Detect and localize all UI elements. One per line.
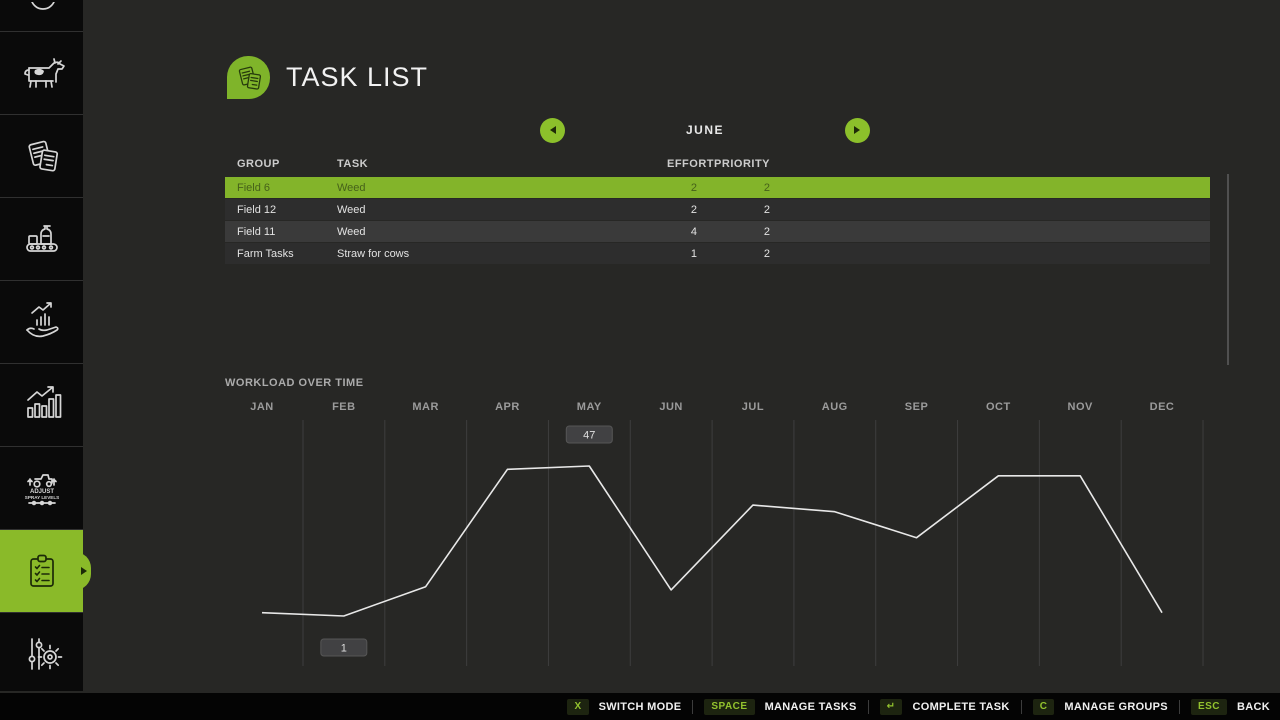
table-row[interactable]: Farm Tasks Straw for cows 1 2 <box>225 243 1210 264</box>
table-row[interactable]: Field 6 Weed 2 2 <box>225 177 1210 198</box>
cow-icon <box>18 49 66 97</box>
sidebar-item-sales[interactable] <box>0 280 83 363</box>
page-header: TASK LIST <box>227 56 428 99</box>
hotkey-divider <box>692 700 693 714</box>
sidebar-item-animals[interactable] <box>0 31 83 114</box>
cell-priority: 2 <box>697 226 770 238</box>
sidebar-item-statistics[interactable] <box>0 363 83 446</box>
arrow-left-icon <box>550 126 556 134</box>
sidebar-item-spray-levels[interactable]: ADJUST SPRAY LEVELS <box>0 446 83 529</box>
sliders-gear-icon <box>18 630 66 678</box>
month-tick-label: JUN <box>659 401 683 413</box>
value-badge-label: 47 <box>583 429 595 441</box>
previous-month-button[interactable] <box>540 118 565 143</box>
production-icon <box>18 215 66 263</box>
month-tick-label: MAR <box>412 401 439 413</box>
column-header-group: GROUP <box>237 158 337 170</box>
key-cap: ESC <box>1191 699 1227 715</box>
cell-task: Straw for cows <box>337 248 667 260</box>
cell-priority: 2 <box>697 182 770 194</box>
hotkey-back[interactable]: ESC BACK <box>1191 699 1270 715</box>
cell-effort: 1 <box>667 248 697 260</box>
hotkey-label: MANAGE GROUPS <box>1064 701 1168 713</box>
hotkey-divider <box>868 700 869 714</box>
hotkey-manage-tasks[interactable]: SPACE MANAGE TASKS <box>704 699 856 715</box>
month-tick-label: SEP <box>905 401 929 413</box>
month-tick-label: JAN <box>250 401 274 413</box>
month-tick-label: MAY <box>577 401 602 413</box>
cell-priority: 2 <box>697 204 770 216</box>
hotkey-label: SWITCH MODE <box>599 701 682 713</box>
hotkey-complete-task[interactable]: ↵ COMPLETE TASK <box>880 699 1010 715</box>
hand-chart-icon <box>18 298 66 346</box>
hotkey-label: COMPLETE TASK <box>912 701 1009 713</box>
cell-effort: 2 <box>667 182 697 194</box>
hotkey-label: BACK <box>1237 701 1270 713</box>
bar-chart-icon <box>18 381 66 429</box>
hotkey-manage-groups[interactable]: C MANAGE GROUPS <box>1033 699 1168 715</box>
table-header-row: GROUPTASKEFFORTPRIORITY <box>225 152 1210 176</box>
sidebar-item-task-list[interactable] <box>0 529 83 612</box>
current-month-label: JUNE <box>686 123 724 137</box>
key-cap: SPACE <box>704 699 754 715</box>
month-tick-label: OCT <box>986 401 1011 413</box>
value-badge-label: 1 <box>341 643 347 655</box>
selected-item-pointer-icon <box>81 567 87 575</box>
cell-group: Field 12 <box>237 204 337 216</box>
arrow-right-icon <box>854 126 860 134</box>
cell-effort: 2 <box>667 204 697 216</box>
column-header-priority: PRIORITY <box>697 158 770 170</box>
table-scrollbar[interactable] <box>1227 174 1229 365</box>
cell-task: Weed <box>337 226 667 238</box>
column-header-effort: EFFORT <box>667 158 697 170</box>
cell-task: Weed <box>337 204 667 216</box>
hotkey-divider <box>1179 700 1180 714</box>
hotkey-switch-mode[interactable]: X SWITCH MODE <box>567 699 681 715</box>
clipboard-icon <box>18 547 66 595</box>
key-cap: C <box>1033 699 1055 715</box>
sidebar-item-top-partial[interactable] <box>0 0 83 31</box>
svg-text:SPRAY LEVELS: SPRAY LEVELS <box>24 495 58 500</box>
sidebar-item-production[interactable] <box>0 197 83 280</box>
workload-chart: JAN FEB MAR APR MAY JUN JUL AUG SEP OCT NOV DEC 47 1 <box>225 398 1210 670</box>
month-tick-label: DEC <box>1150 401 1175 413</box>
column-header-task: TASK <box>337 158 667 170</box>
table-row[interactable]: Field 12 Weed 2 2 <box>225 199 1210 220</box>
chart-title: WORKLOAD OVER TIME <box>225 377 364 389</box>
sidebar: ADJUST SPRAY LEVELS <box>0 0 83 691</box>
month-tick-label: JUL <box>742 401 764 413</box>
hotkey-bar: X SWITCH MODE SPACE MANAGE TASKS ↵ COMPLET… <box>0 693 1280 720</box>
next-month-button[interactable] <box>845 118 870 143</box>
cell-group: Field 6 <box>237 182 337 194</box>
month-navigation: JUNE <box>540 116 870 144</box>
task-list-header-icon <box>227 56 270 99</box>
month-tick-label: APR <box>495 401 520 413</box>
sidebar-item-contracts[interactable] <box>0 114 83 197</box>
workload-line-chart: JAN FEB MAR APR MAY JUN JUL AUG SEP OCT NOV DEC 47 1 <box>225 398 1210 670</box>
cell-effort: 4 <box>667 226 697 238</box>
spray-levels-icon: ADJUST SPRAY LEVELS <box>18 464 66 512</box>
task-table: GROUPTASKEFFORTPRIORITY Field 6 Weed 2 2… <box>225 152 1210 265</box>
circle-icon <box>18 2 66 30</box>
hotkey-label: MANAGE TASKS <box>765 701 857 713</box>
month-tick-label: FEB <box>332 401 356 413</box>
documents-icon <box>18 132 66 180</box>
page-title: TASK LIST <box>286 62 428 93</box>
key-cap: ↵ <box>880 699 903 715</box>
month-tick-label: AUG <box>822 401 848 413</box>
cell-group: Farm Tasks <box>237 248 337 260</box>
table-row[interactable]: Field 11 Weed 4 2 <box>225 221 1210 242</box>
key-cap: X <box>567 699 588 715</box>
sidebar-item-settings[interactable] <box>0 612 83 695</box>
cell-priority: 2 <box>697 248 770 260</box>
month-tick-label: NOV <box>1068 401 1094 413</box>
cell-task: Weed <box>337 182 667 194</box>
cell-group: Field 11 <box>237 226 337 238</box>
hotkey-divider <box>1021 700 1022 714</box>
